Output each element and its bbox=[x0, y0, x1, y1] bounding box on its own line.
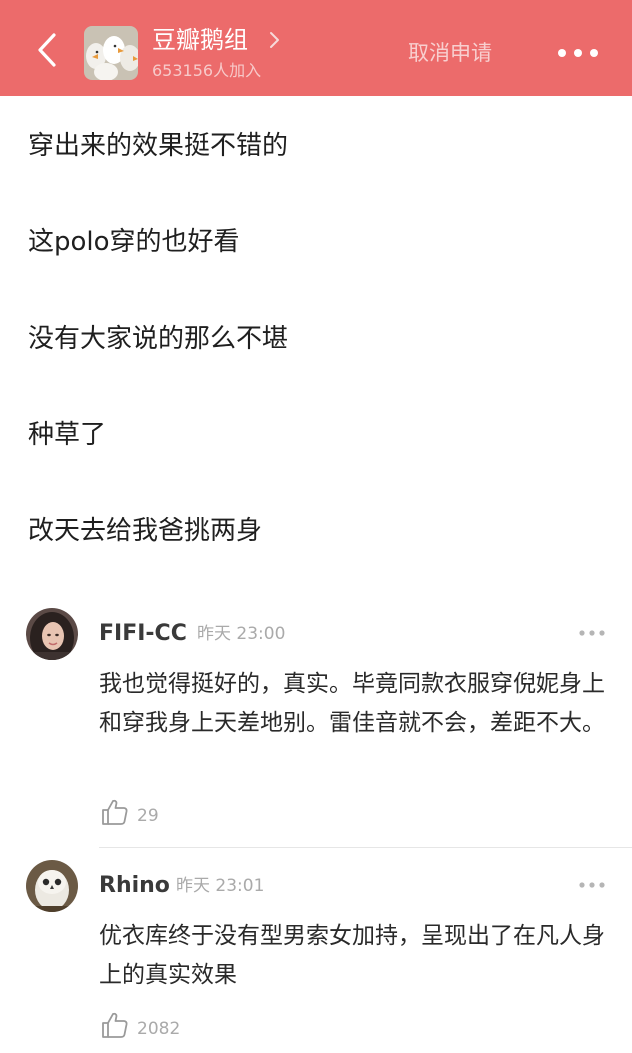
post-text-line: 种草了 bbox=[28, 420, 107, 450]
post-text-line: 改天去给我爸挑两身 bbox=[28, 516, 263, 546]
group-name[interactable]: 豆瓣鹅组 bbox=[152, 24, 248, 56]
avatar[interactable] bbox=[26, 608, 78, 660]
thumbs-up-icon[interactable] bbox=[100, 797, 130, 827]
comment-divider bbox=[99, 847, 632, 848]
comment-more-icon[interactable] bbox=[578, 628, 606, 638]
comment-more-icon[interactable] bbox=[578, 880, 606, 890]
comment-author[interactable]: FIFI-CC bbox=[99, 620, 187, 648]
comment-time: 昨天 23:00 bbox=[197, 624, 286, 644]
user-photo bbox=[26, 608, 78, 660]
member-count: 653156人加入 bbox=[152, 61, 262, 80]
comment-text: 优衣库终于没有型男索女加持，呈现出了在凡人身上的真实效果 bbox=[99, 923, 605, 988]
post-text-line: 这polo穿的也好看 bbox=[28, 227, 240, 257]
post-text-line: 穿出来的效果挺不错的 bbox=[28, 131, 289, 161]
chevron-right-icon[interactable] bbox=[268, 31, 282, 49]
comment-author[interactable]: Rhino bbox=[99, 872, 170, 900]
like-count: 2082 bbox=[137, 1019, 181, 1039]
more-dots-icon[interactable] bbox=[556, 42, 600, 64]
like-count: 29 bbox=[137, 806, 159, 826]
back-arrow-icon[interactable] bbox=[28, 30, 68, 70]
comment-text: 我也觉得挺好的，真实。毕竟同款衣服穿倪妮身上和穿我身上天差地别。雷佳音就不会，差… bbox=[99, 671, 605, 736]
comment-time: 昨天 23:01 bbox=[176, 876, 265, 896]
top-bar: 豆瓣鹅组 653156人加入 取消申请 bbox=[0, 0, 632, 96]
geese-image bbox=[84, 26, 138, 80]
group-avatar[interactable] bbox=[84, 26, 138, 80]
post-text-line: 没有大家说的那么不堪 bbox=[28, 324, 289, 354]
owl-photo bbox=[26, 860, 78, 912]
thumbs-up-icon[interactable] bbox=[100, 1010, 130, 1040]
avatar[interactable] bbox=[26, 860, 78, 912]
cancel-application-button[interactable]: 取消申请 bbox=[408, 38, 492, 68]
